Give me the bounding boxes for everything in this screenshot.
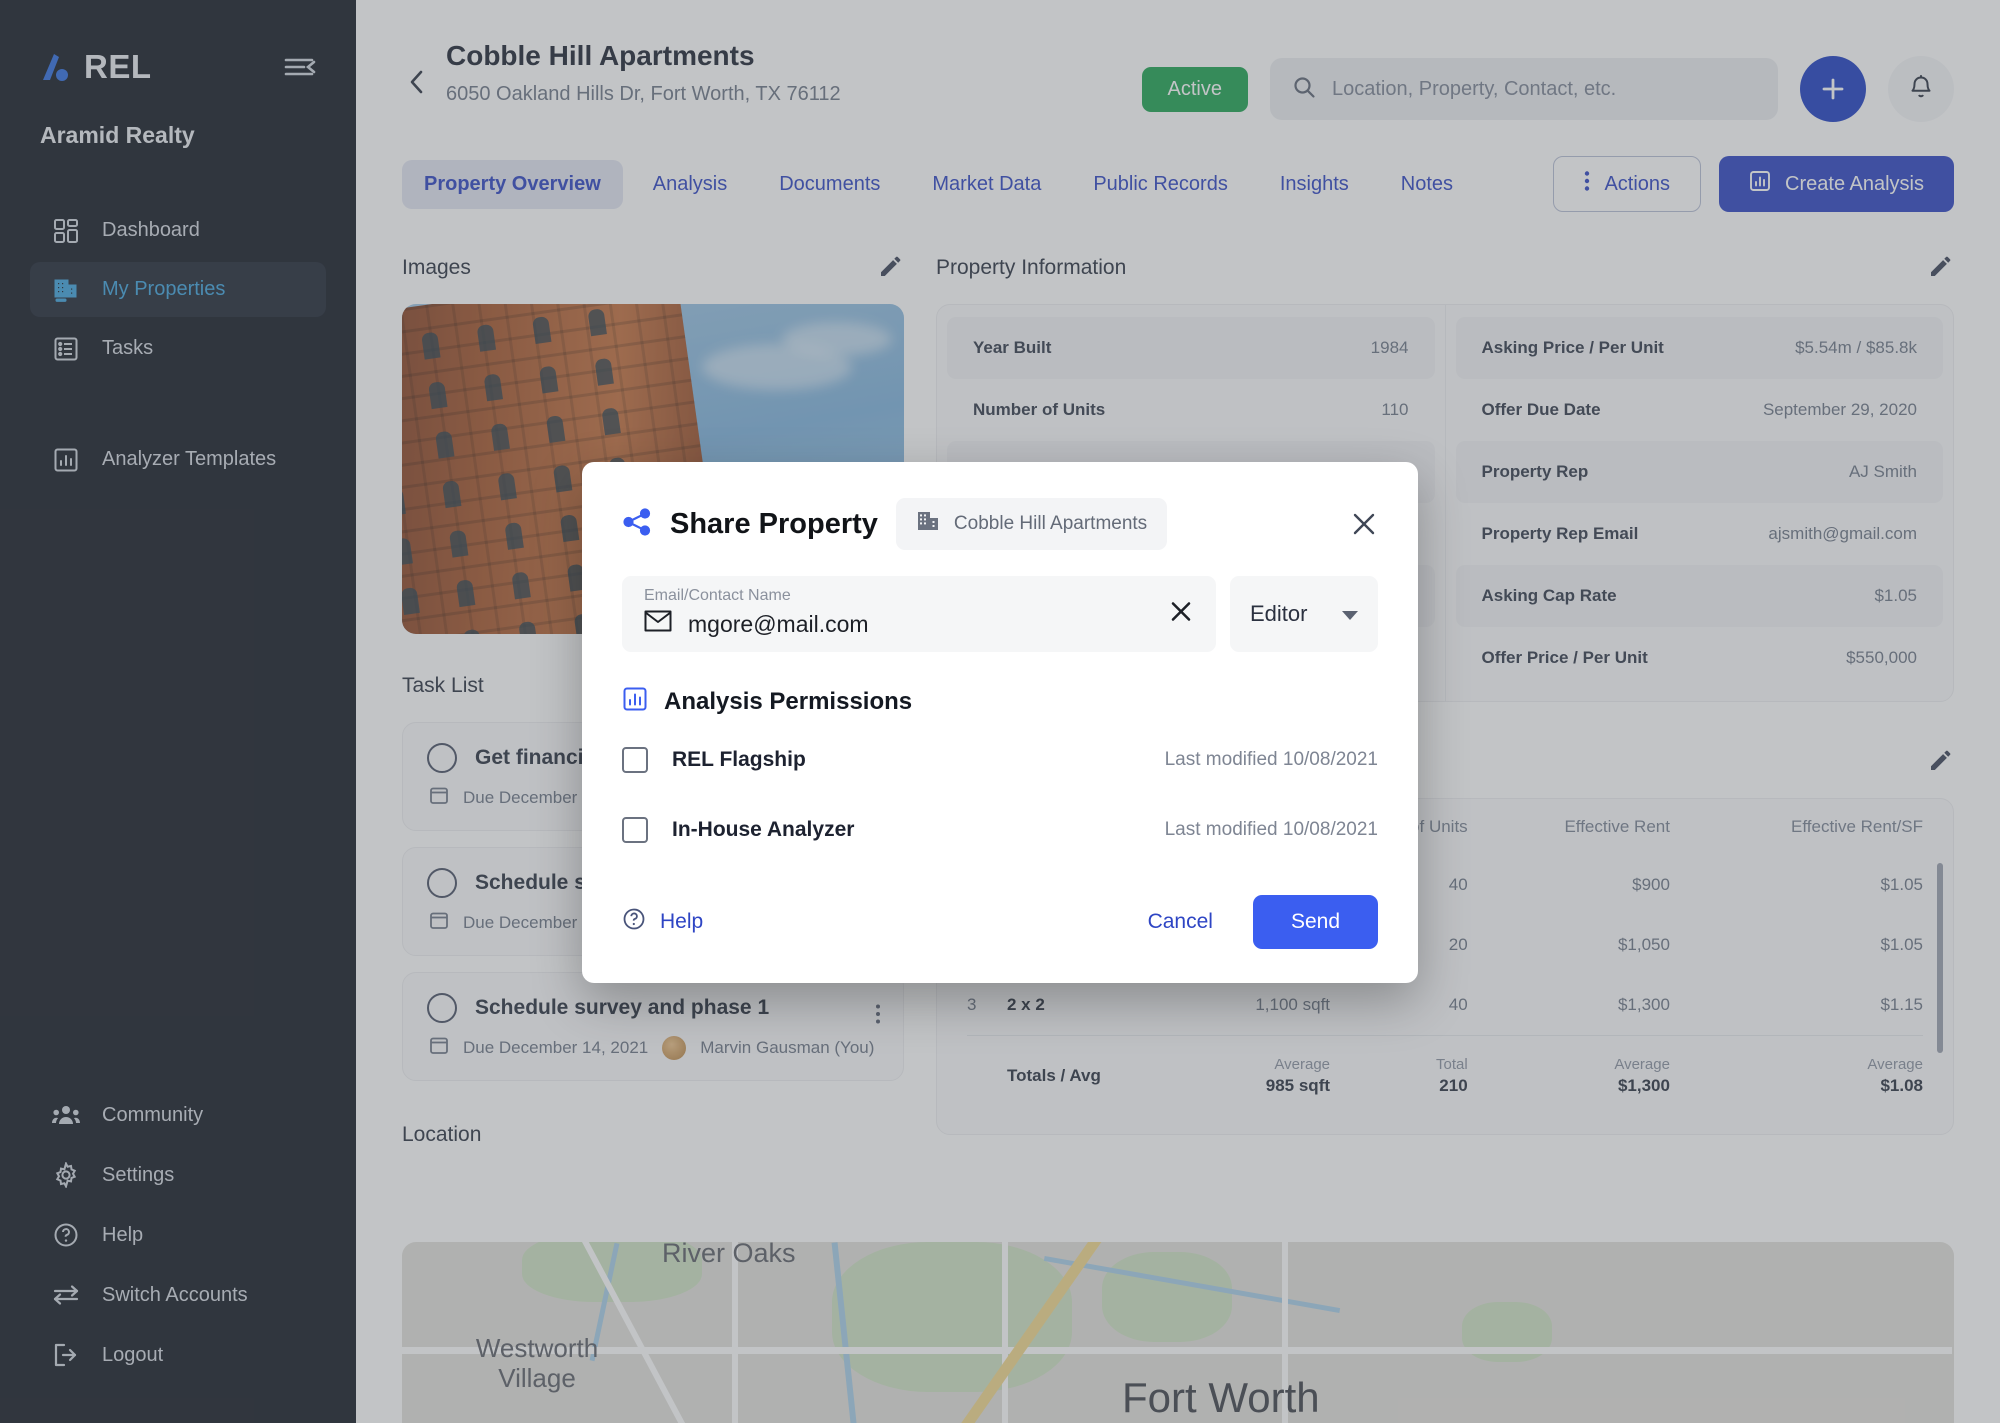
building-icon <box>916 509 940 539</box>
analysis-permissions-header: Analysis Permissions <box>622 686 1378 717</box>
dialog-footer: Help Cancel Send <box>622 895 1378 949</box>
role-select-value: Editor <box>1250 601 1308 626</box>
permission-row[interactable]: In-House Analyzer Last modified 10/08/20… <box>622 803 1378 857</box>
help-link-label: Help <box>660 910 704 933</box>
cancel-button[interactable]: Cancel <box>1134 900 1227 944</box>
chart-box-icon <box>622 686 648 717</box>
mail-icon <box>644 610 672 638</box>
permission-meta: Last modified 10/08/2021 <box>1164 819 1378 840</box>
dialog-title: Share Property <box>670 507 878 540</box>
app-root: REL Aramid Realty Dashboard My Propertie… <box>0 0 2000 1423</box>
email-field[interactable]: Email/Contact Name mgore@mail.com <box>622 576 1216 652</box>
email-field-value-wrap: mgore@mail.com <box>644 610 869 638</box>
permission-row[interactable]: REL Flagship Last modified 10/08/2021 <box>622 733 1378 787</box>
share-property-dialog: Share Property Cobble Hill Apartments Em… <box>582 462 1418 983</box>
permission-label: REL Flagship <box>672 748 806 771</box>
property-chip: Cobble Hill Apartments <box>895 498 1168 550</box>
permission-checkbox[interactable] <box>622 817 648 843</box>
analysis-permissions-title: Analysis Permissions <box>664 687 913 715</box>
share-icon <box>622 507 652 542</box>
recipient-row: Email/Contact Name mgore@mail.com Editor <box>622 576 1378 652</box>
permission-label: In-House Analyzer <box>672 818 855 841</box>
question-circle-icon <box>622 907 646 937</box>
dialog-buttons: Cancel Send <box>1134 895 1378 949</box>
send-button[interactable]: Send <box>1252 895 1378 949</box>
email-value: mgore@mail.com <box>688 610 869 637</box>
dialog-header: Share Property Cobble Hill Apartments <box>622 498 1378 550</box>
property-chip-label: Cobble Hill Apartments <box>953 513 1148 534</box>
email-field-label: Email/Contact Name <box>644 587 791 604</box>
help-link[interactable]: Help <box>622 907 703 937</box>
chevron-down-icon <box>1342 601 1358 627</box>
clear-email-icon[interactable] <box>1168 599 1194 630</box>
permission-meta: Last modified 10/08/2021 <box>1164 749 1378 770</box>
close-icon[interactable] <box>1350 510 1378 538</box>
role-select[interactable]: Editor <box>1230 576 1378 652</box>
permission-checkbox[interactable] <box>622 747 648 773</box>
